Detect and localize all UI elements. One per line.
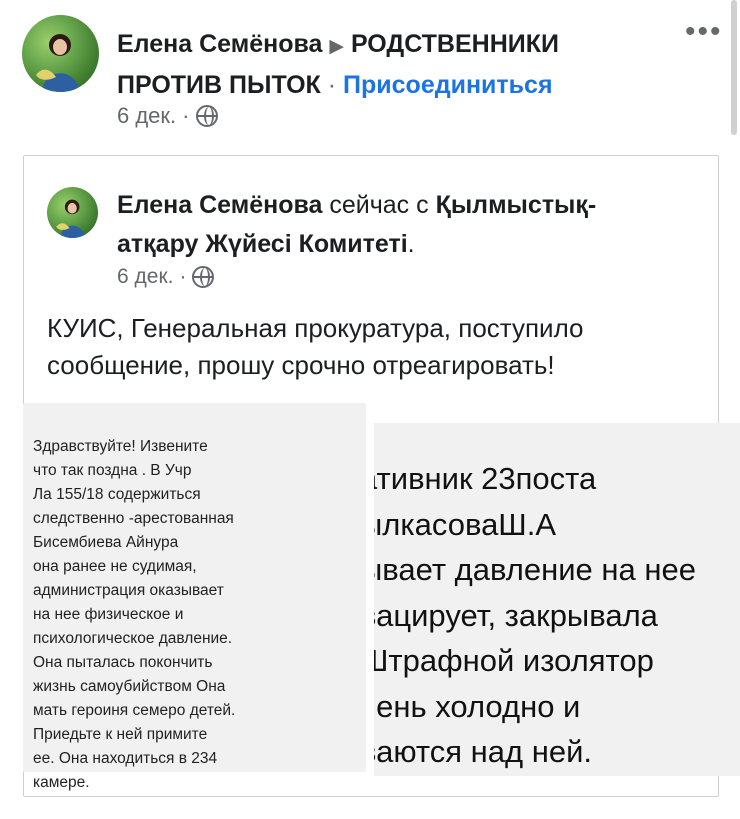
left-message-line: Приедьте к ней примите — [33, 726, 208, 743]
author-avatar[interactable] — [22, 15, 99, 92]
right-message-line: ативник 23поста — [374, 461, 597, 496]
right-message-line: ылкасоваШ.А — [374, 506, 557, 542]
shared-globe-icon — [192, 266, 215, 288]
message-screenshot-right[interactable]: ативник 23поста ылкасоваШ.А ывает давление… — [374, 423, 740, 776]
meta-dot: · — [182, 103, 190, 128]
entity-period: . — [407, 230, 415, 258]
arrow-right-icon: ▶ — [329, 36, 344, 57]
more-options-icon[interactable]: ••• — [685, 17, 723, 47]
post-timestamp[interactable]: 6 дек. — [117, 103, 176, 129]
author-name[interactable]: Елена Семёнова — [117, 30, 322, 58]
left-message-line: камере. — [33, 774, 90, 791]
right-message-line: ывает давление на нее — [374, 552, 696, 587]
shared-author-name[interactable]: Елена Семёнова — [117, 191, 322, 219]
right-message-line: ваются над ней. — [374, 734, 593, 769]
group-name-line2[interactable]: ПРОТИВ ПЫТОК — [117, 71, 321, 99]
left-message-line: она ранее не судимая, — [33, 558, 197, 575]
left-message-line: жизнь самоубийством Она — [33, 678, 226, 695]
right-message-line: вацирует, закрывала — [374, 597, 658, 633]
post-meta: 6 дек. · — [117, 103, 218, 129]
shared-post-meta: 6 дек. · — [117, 265, 215, 289]
scrollbar[interactable] — [731, 0, 737, 135]
left-message-line: администрация оказывает — [33, 582, 224, 599]
left-message-line: что так поздна . В Учр — [33, 462, 192, 479]
separator: · — [327, 71, 337, 99]
tagged-entity-line1[interactable]: Қылмыстық- — [436, 191, 597, 219]
shared-post-timestamp[interactable]: 6 дек. — [117, 265, 173, 289]
group-name-line1[interactable]: РОДСТВЕННИКИ — [351, 30, 559, 58]
left-message-line: Бисембиева Айнура — [33, 534, 179, 551]
left-message-line: следственно -арестованная — [33, 510, 234, 527]
left-message-line: Здравствуйте! Извените — [33, 438, 208, 455]
left-message-line: Ла 155/18 содержиться — [33, 486, 201, 503]
left-message-line: ее. Она находиться в 234 — [33, 750, 218, 767]
left-message-line: психологическое давление. — [33, 630, 233, 647]
shared-meta-dot: · — [179, 265, 187, 288]
right-message-text: ативник 23поста ылкасоваШ.А ывает давление… — [374, 456, 740, 775]
left-message-line: Она пыталась покончить — [33, 654, 213, 671]
left-message-line: мать героиня семеро детей. — [33, 702, 236, 719]
left-message-line: на нее физическое и — [33, 606, 184, 623]
with-text: сейчас с — [329, 191, 429, 219]
tagged-entity-line2[interactable]: атқару Жүйесі Комитеті — [117, 230, 408, 258]
shared-post-header: Елена Семёнова сейчас с Қылмыстық- атқар… — [117, 186, 697, 264]
post-header: Елена Семёнова ▶ РОДСТВЕННИКИ ПРОТИВ ПЫТ… — [117, 25, 717, 105]
right-message-line: чень холодно и — [374, 688, 581, 724]
left-message-text: Здравствуйте! Извените что так поздна . В… — [33, 435, 356, 795]
shared-author-avatar[interactable] — [47, 187, 98, 238]
right-message-line: Штрафной изолятор — [374, 643, 654, 678]
message-screenshot-left[interactable]: Здравствуйте! Извените что так поздна . В… — [23, 403, 366, 791]
join-group-link[interactable]: Присоединиться — [343, 71, 553, 99]
shared-post-body: КУИС, Генеральная прокуратура, поступило… — [47, 313, 584, 380]
globe-icon — [195, 105, 218, 127]
